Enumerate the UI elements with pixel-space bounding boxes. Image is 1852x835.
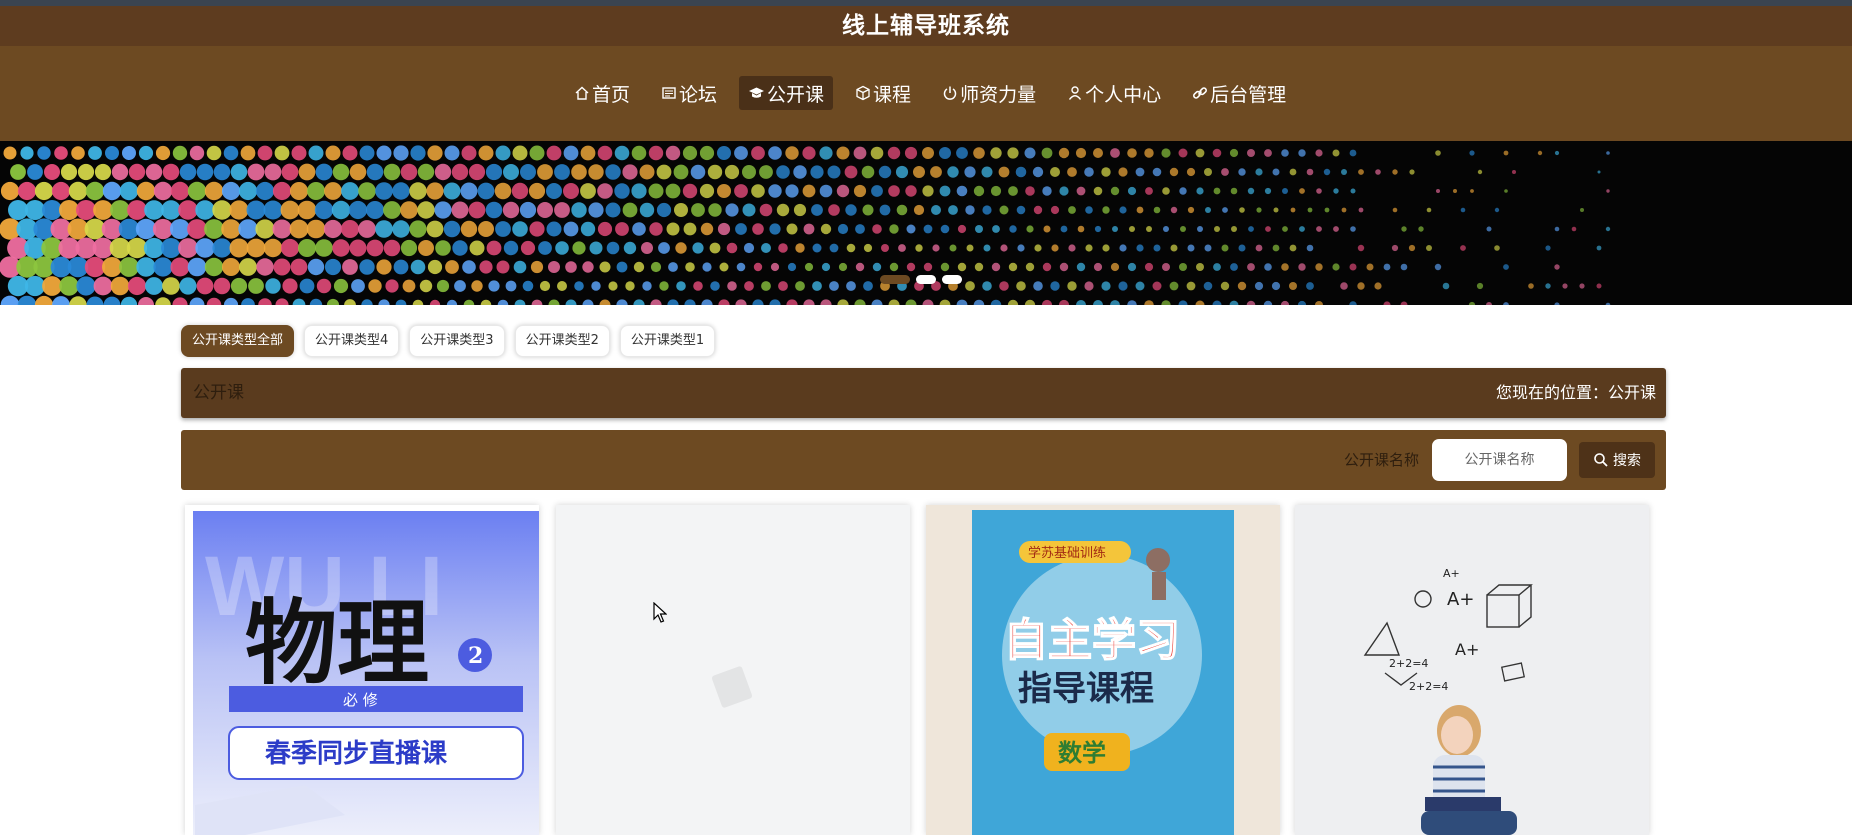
graduation-cap-icon (749, 87, 765, 98)
nav-item-label: 课程 (873, 83, 912, 106)
nav-item-profile[interactable]: 个人中心 (1058, 76, 1170, 110)
nav-item-forum[interactable]: 论坛 (652, 76, 726, 110)
doodle-text: A+ (1447, 589, 1474, 610)
nav-item-label: 论坛 (679, 83, 718, 106)
search-icon (1594, 453, 1608, 467)
girl-book (1425, 797, 1501, 811)
book-tag: 数学 (1058, 739, 1106, 767)
volume-badge-text: 2 (468, 643, 483, 669)
power-icon (943, 86, 957, 100)
course-type-filters: 公开课类型全部 公开课类型4 公开课类型3 公开课类型2 公开课类型1 (181, 325, 725, 357)
search-button-label: 搜索 (1613, 453, 1641, 469)
breadcrumb-bar: 公开课 您现在的位置：公开课 (181, 368, 1666, 418)
robot-figure (1146, 548, 1170, 572)
course-card[interactable]: A+ A+ 2+2=4 2+2=4 A+ (1295, 505, 1649, 835)
breadcrumb: 您现在的位置：公开课 (1495, 383, 1656, 402)
nav-item-label: 后台管理 (1210, 83, 1287, 106)
carousel-dot[interactable] (880, 275, 910, 284)
main-nav-bar: 首页 论坛 公开课 课程 师资力量 个人中心 后台管理 (0, 46, 1852, 141)
main-nav: 首页 论坛 公开课 课程 师资力量 个人中心 后台管理 (565, 76, 1308, 110)
course-cover-physics: WU LI 物理 2 必 修 春季同步直播课 (193, 511, 539, 835)
course-card[interactable]: 学苏基础训练 自主学习 指导课程 数学 (926, 505, 1280, 835)
doodle-text: A+ (1443, 567, 1460, 580)
course-card[interactable]: WU LI 物理 2 必 修 春季同步直播课 (185, 505, 539, 835)
course-big-title: 物理 (245, 590, 429, 697)
book-series: 学苏基础训练 (1028, 545, 1106, 561)
search-bar: 公开课名称 搜索 (181, 430, 1666, 490)
nav-item-admin[interactable]: 后台管理 (1183, 76, 1295, 110)
doodle-text: 2+2=4 (1409, 680, 1448, 693)
nav-item-label: 个人中心 (1085, 83, 1162, 106)
search-button[interactable]: 搜索 (1579, 442, 1655, 478)
nav-item-teachers[interactable]: 师资力量 (933, 76, 1045, 110)
nav-item-open-course[interactable]: 公开课 (739, 76, 834, 110)
user-icon (1069, 86, 1082, 100)
girl-jeans (1421, 811, 1517, 835)
book-title: 自主学习 (1004, 615, 1180, 666)
carousel-dot[interactable] (916, 275, 936, 284)
filter-chip-type-3[interactable]: 公开课类型3 (409, 325, 505, 357)
filter-chip-type-4[interactable]: 公开课类型4 (304, 325, 400, 357)
course-cover-study: A+ A+ 2+2=4 2+2=4 A+ (1295, 505, 1649, 835)
course-cover-placeholder (556, 505, 910, 835)
cube-icon (856, 85, 870, 101)
filter-chip-type-1[interactable]: 公开课类型1 (619, 325, 716, 357)
forum-icon (662, 87, 676, 99)
mouse-cursor (653, 602, 667, 623)
nav-item-course[interactable]: 课程 (846, 76, 920, 110)
site-title: 线上辅导班系统 (0, 6, 1852, 46)
girl-face (1441, 716, 1473, 754)
search-label: 公开课名称 (1344, 451, 1420, 469)
carousel-dot[interactable] (942, 275, 962, 284)
filter-chip-type-2[interactable]: 公开课类型2 (514, 325, 610, 357)
search-input[interactable] (1432, 439, 1567, 481)
nav-item-label: 公开课 (767, 83, 825, 106)
nav-item-label: 首页 (592, 83, 631, 106)
course-caption: 春季同步直播课 (265, 738, 448, 769)
book-subtitle: 指导课程 (1018, 669, 1154, 709)
filter-chip-all[interactable]: 公开课类型全部 (181, 325, 295, 357)
course-cover-workbook: 学苏基础训练 自主学习 指导课程 数学 (926, 505, 1280, 835)
carousel-indicators (880, 275, 968, 284)
nav-item-label: 师资力量 (960, 83, 1037, 106)
section-title: 公开课 (193, 383, 244, 403)
course-card[interactable] (556, 505, 910, 835)
nav-item-home[interactable]: 首页 (565, 76, 639, 110)
doodle-text: 2+2=4 (1389, 657, 1428, 670)
doodle-text: A+ (1455, 640, 1479, 659)
home-icon (575, 86, 589, 100)
link-icon (1193, 87, 1208, 99)
required-strip-text: 必 修 (343, 691, 378, 709)
